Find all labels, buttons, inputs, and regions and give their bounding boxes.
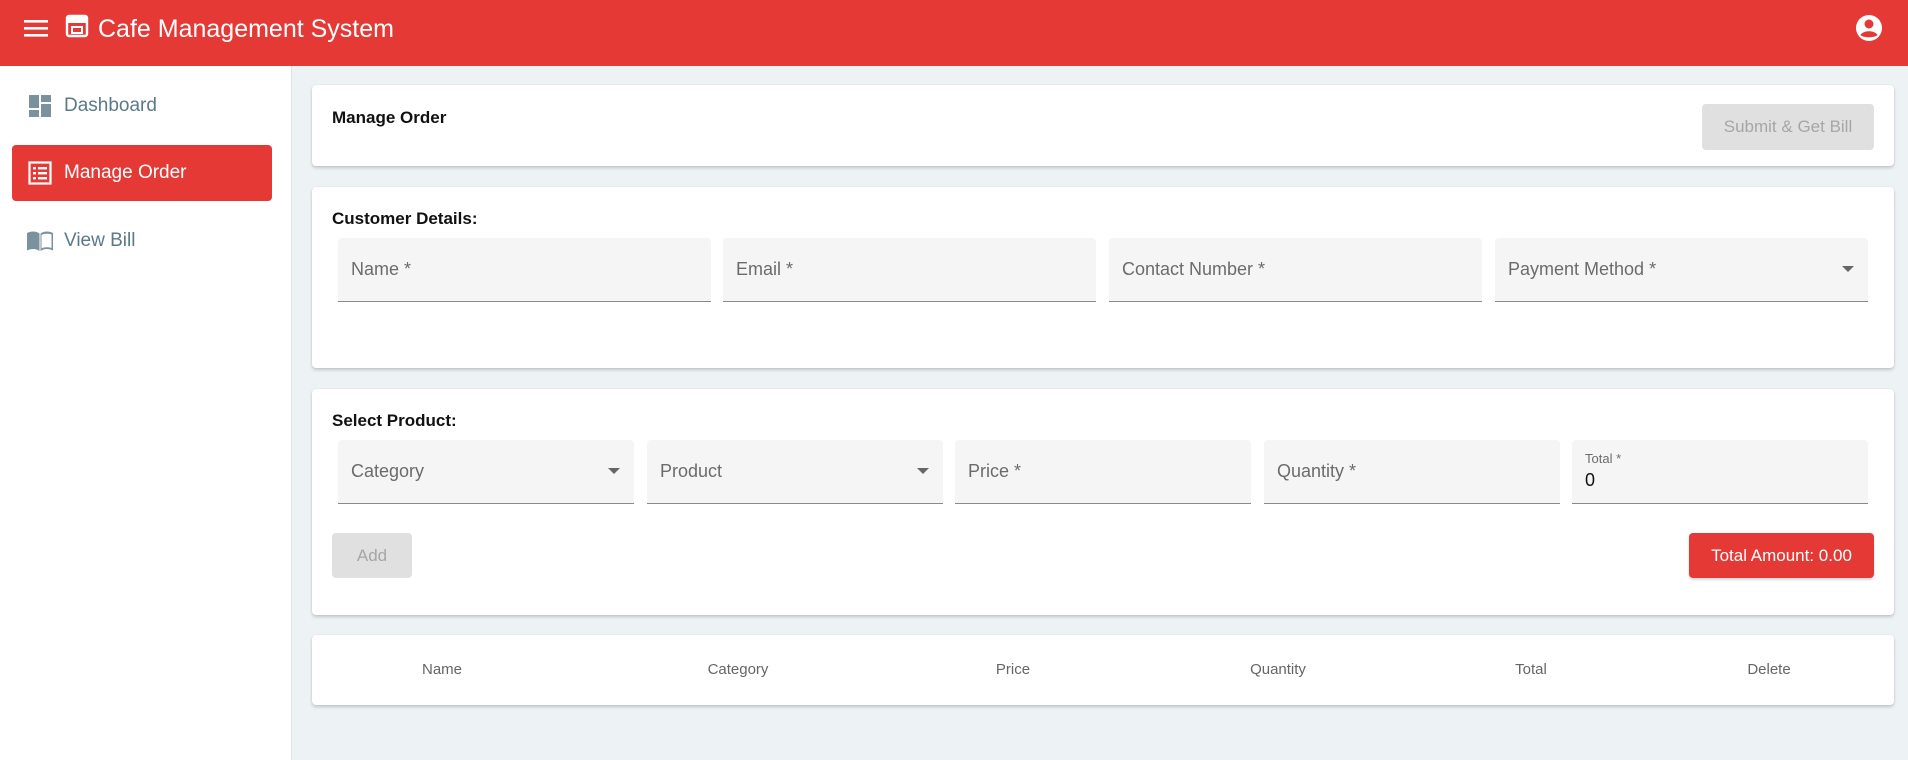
table-header-row: Name Category Price Quantity Total Delet… [312, 635, 1894, 705]
column-header-price: Price [995, 661, 1031, 678]
dashboard-icon [26, 92, 54, 120]
column-header-delete: Delete [1747, 661, 1791, 678]
order-table-card: Name Category Price Quantity Total Delet… [312, 635, 1894, 705]
book-icon [26, 227, 54, 255]
chevron-down-icon [608, 468, 620, 474]
sidebar-item-dashboard[interactable]: Dashboard [12, 78, 272, 134]
payment-method-select[interactable]: Payment Method * [1495, 238, 1868, 302]
quantity-field[interactable]: Quantity * [1264, 440, 1560, 504]
manage-order-header-card: Manage Order Submit & Get Bill [312, 85, 1894, 166]
product-placeholder: Product [660, 461, 723, 481]
price-placeholder: Price * [968, 461, 1022, 481]
account-circle-icon[interactable] [1854, 13, 1884, 43]
sidebar-item-label: Dashboard [64, 95, 157, 116]
menu-icon[interactable] [20, 14, 52, 42]
customer-details-title: Customer Details: [332, 209, 478, 228]
quantity-placeholder: Quantity * [1277, 461, 1357, 481]
total-amount-button[interactable]: Total Amount: 0.00 [1689, 533, 1874, 578]
name-field-placeholder: Name * [351, 259, 412, 279]
column-header-quantity: Quantity [1250, 661, 1306, 678]
top-app-bar: Cafe Management System [0, 0, 1908, 66]
select-product-title: Select Product: [332, 411, 457, 430]
sidebar: Dashboard Manage Order View Bill [0, 66, 292, 760]
name-field[interactable]: Name * [338, 238, 711, 302]
add-button[interactable]: Add [332, 533, 412, 578]
column-header-category: Category [707, 661, 769, 678]
total-field-value: 0 [1585, 470, 1596, 490]
select-product-card: Select Product: Category Product Price *… [312, 389, 1894, 615]
payment-method-placeholder: Payment Method * [1508, 259, 1657, 279]
list-icon [26, 159, 54, 187]
sidebar-item-label: Manage Order [64, 162, 187, 183]
submit-get-bill-button[interactable]: Submit & Get Bill [1702, 104, 1874, 150]
total-field-label: Total * [1585, 451, 1622, 466]
app-title: Cafe Management System [98, 15, 394, 43]
category-placeholder: Category [351, 461, 425, 481]
page-title: Manage Order [332, 108, 447, 127]
sidebar-item-label: View Bill [64, 230, 136, 251]
chevron-down-icon [917, 468, 929, 474]
contact-number-field[interactable]: Contact Number * [1109, 238, 1482, 302]
total-field[interactable]: Total * 0 [1572, 440, 1868, 504]
column-header-total: Total [1515, 661, 1547, 678]
sidebar-item-manage-order[interactable]: Manage Order [12, 145, 272, 201]
category-select[interactable]: Category [338, 440, 634, 504]
email-field[interactable]: Email * [723, 238, 1096, 302]
price-field[interactable]: Price * [955, 440, 1251, 504]
product-select[interactable]: Product [647, 440, 943, 504]
customer-details-card: Customer Details: Name * Email * Contact… [312, 187, 1894, 368]
sidebar-item-view-bill[interactable]: View Bill [12, 213, 272, 269]
email-field-placeholder: Email * [736, 259, 794, 279]
column-header-name: Name [421, 661, 462, 678]
store-icon [64, 14, 90, 38]
contact-number-placeholder: Contact Number * [1122, 259, 1266, 279]
chevron-down-icon [1842, 266, 1854, 272]
